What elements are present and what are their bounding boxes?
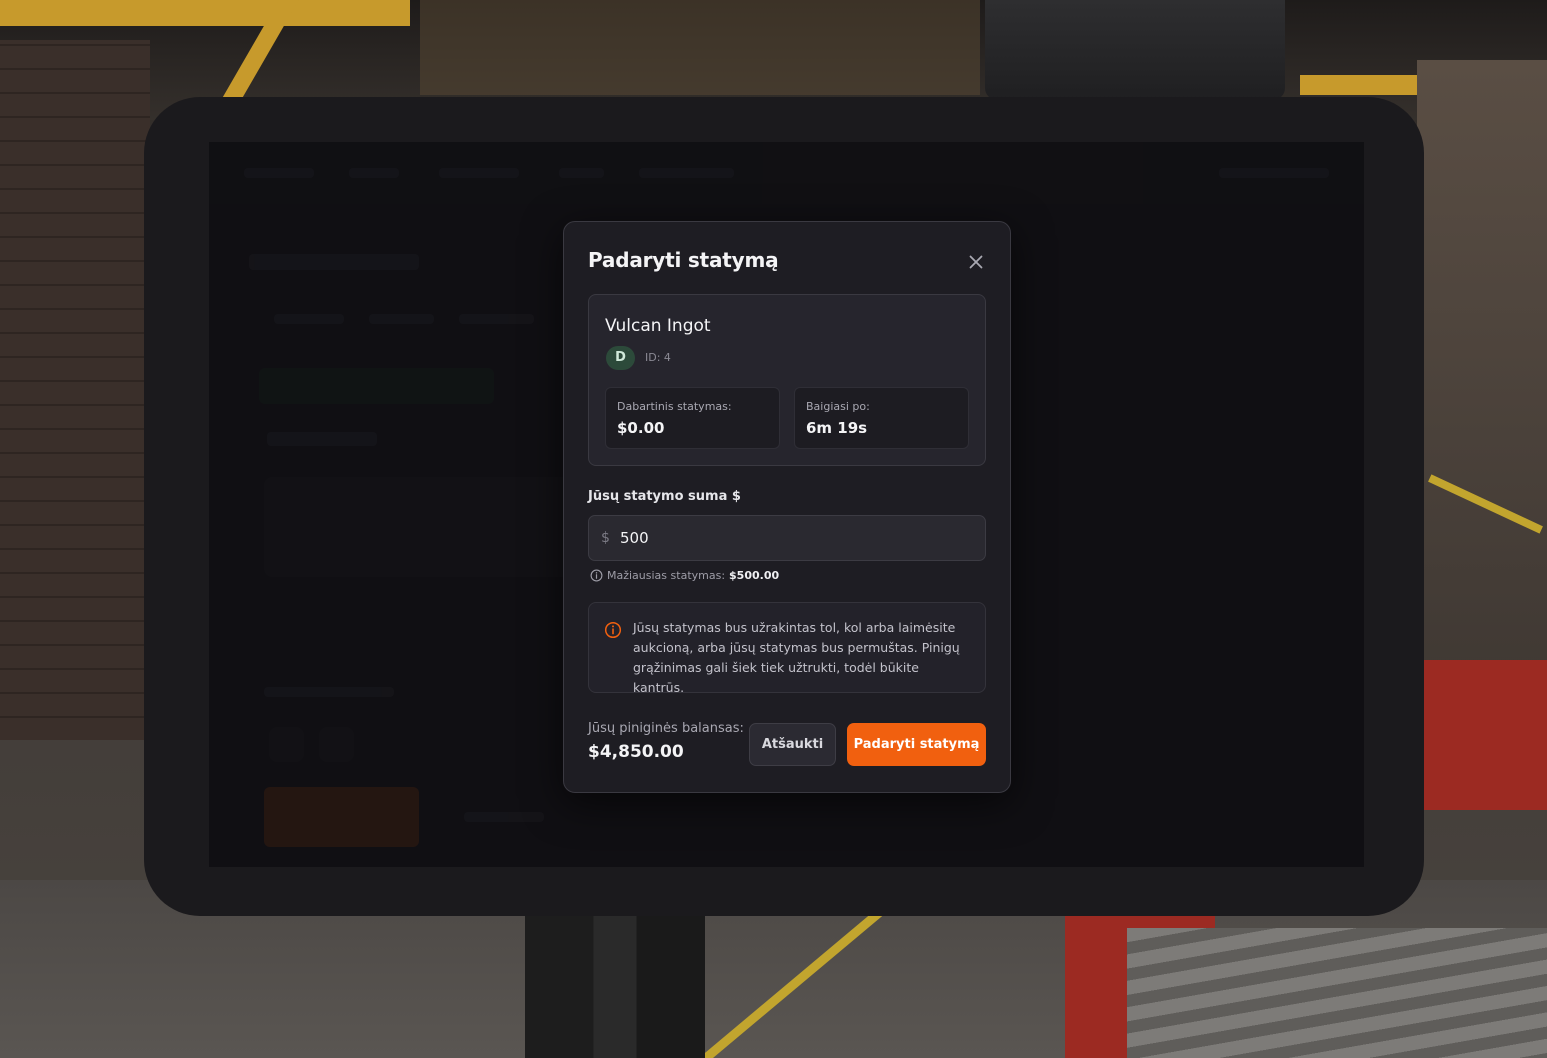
lock-notice: Jūsų statymas bus užrakintas tol, kol ar…	[588, 602, 986, 695]
item-name: Vulcan Ingot	[605, 316, 711, 336]
red-barrier	[1424, 660, 1547, 810]
yellow-beam	[0, 0, 410, 26]
balance-value: $4,850.00	[588, 742, 684, 762]
ends-in-label: Baigiasi po:	[806, 400, 870, 413]
warning-circle-icon	[604, 621, 622, 639]
balance-label: Jūsų piniginės balansas:	[588, 721, 744, 736]
bid-amount-label: Jūsų statymo suma $	[588, 489, 741, 504]
close-icon	[969, 255, 983, 269]
min-bid-value: $500.00	[729, 568, 780, 582]
ends-in-box: Baigiasi po: 6m 19s	[794, 387, 969, 449]
grade-badge: D	[606, 346, 635, 370]
current-bid-label: Dabartinis statymas:	[617, 400, 732, 413]
truss-structure	[420, 0, 980, 95]
brick-wall	[0, 40, 150, 740]
notice-text: Jūsų statymas bus užrakintas tol, kol ar…	[633, 620, 960, 695]
min-bid-label: Mažiausias statymas:	[607, 568, 726, 582]
metal-stairs	[1127, 928, 1547, 1058]
player-character	[525, 905, 705, 1058]
info-icon	[590, 569, 603, 581]
industrial-wall	[1417, 60, 1547, 700]
current-bid-value: $0.00	[617, 419, 665, 437]
current-bid-box: Dabartinis statymas: $0.00	[605, 387, 780, 449]
item-id: ID: 4	[645, 351, 671, 364]
item-card: Vulcan Ingot D ID: 4 Dabartinis statymas…	[588, 294, 986, 466]
ends-in-value: 6m 19s	[806, 419, 868, 437]
place-bid-button[interactable]: Padaryti statymą	[847, 723, 986, 766]
currency-symbol: $	[601, 530, 610, 546]
cancel-button[interactable]: Atšaukti	[749, 723, 836, 766]
bid-amount-field[interactable]: $	[588, 515, 986, 561]
bid-modal: Padaryti statymą Vulcan Ingot D ID: 4 Da…	[563, 221, 1011, 793]
bid-amount-input[interactable]	[620, 527, 960, 549]
close-button[interactable]	[964, 250, 988, 274]
machine	[985, 0, 1285, 100]
min-bid-row: Mažiausias statymas: $500.00	[590, 568, 779, 582]
modal-title: Padaryti statymą	[588, 248, 779, 272]
